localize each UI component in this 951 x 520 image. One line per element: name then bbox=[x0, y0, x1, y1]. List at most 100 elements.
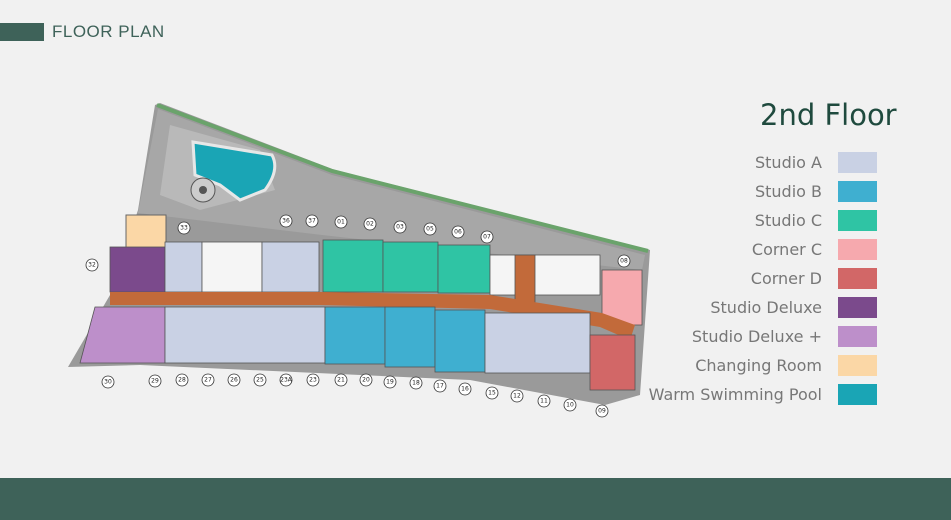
unit-marker: 07 bbox=[480, 230, 494, 244]
legend-swatch bbox=[838, 181, 877, 202]
page-title: FLOOR PLAN bbox=[52, 22, 165, 41]
legend-label: Corner C bbox=[751, 240, 822, 259]
unit-marker: 19 bbox=[383, 375, 397, 389]
legend-swatch bbox=[838, 384, 877, 405]
svg-text:19: 19 bbox=[386, 379, 394, 386]
svg-text:23: 23 bbox=[309, 377, 317, 384]
svg-text:29: 29 bbox=[151, 378, 159, 385]
legend-label: Studio C bbox=[754, 211, 822, 230]
legend-swatch bbox=[838, 152, 877, 173]
header-accent-bar bbox=[0, 23, 44, 41]
unit-marker: 18 bbox=[409, 376, 423, 390]
unit-b-bottom-3 bbox=[434, 309, 486, 373]
unit-a-top-1 bbox=[164, 241, 203, 293]
unit-marker: 17 bbox=[433, 379, 447, 393]
legend-swatch bbox=[838, 239, 877, 260]
svg-text:01: 01 bbox=[337, 219, 345, 226]
legend-swatch bbox=[838, 268, 877, 289]
legend-label: Studio Deluxe bbox=[710, 298, 822, 317]
service-core-1 bbox=[201, 241, 263, 293]
legend-item: Corner C bbox=[600, 238, 880, 267]
unit-a-bottom bbox=[164, 306, 326, 364]
unit-marker: 06 bbox=[451, 225, 465, 239]
unit-b-bottom-2 bbox=[384, 306, 436, 368]
legend-item: Studio Deluxe bbox=[600, 296, 880, 325]
unit-deluxe-top bbox=[109, 246, 166, 293]
unit-deluxe-plus bbox=[79, 306, 166, 364]
legend-label: Warm Swimming Pool bbox=[648, 385, 822, 404]
unit-marker: 23A bbox=[279, 373, 293, 387]
svg-text:33: 33 bbox=[180, 225, 188, 232]
unit-c-top-2 bbox=[382, 241, 439, 293]
legend-label: Studio Deluxe + bbox=[691, 327, 822, 346]
svg-text:02: 02 bbox=[366, 221, 374, 228]
svg-text:28: 28 bbox=[178, 377, 186, 384]
svg-text:26: 26 bbox=[230, 377, 238, 384]
unit-marker: 21 bbox=[334, 373, 348, 387]
svg-text:16: 16 bbox=[461, 386, 469, 393]
svg-text:03: 03 bbox=[396, 224, 404, 231]
svg-text:17: 17 bbox=[436, 383, 444, 390]
unit-marker: 27 bbox=[201, 373, 215, 387]
legend-swatch bbox=[838, 355, 877, 376]
svg-text:11: 11 bbox=[540, 398, 548, 405]
unit-marker: 28 bbox=[175, 373, 189, 387]
unit-marker: 15 bbox=[485, 386, 499, 400]
service-core-2 bbox=[489, 254, 601, 296]
legend: Studio A Studio B Studio C Corner C Corn… bbox=[600, 151, 880, 412]
unit-marker: 01 bbox=[334, 215, 348, 229]
svg-text:06: 06 bbox=[454, 229, 462, 236]
unit-marker: 12 bbox=[510, 389, 524, 403]
svg-text:21: 21 bbox=[337, 377, 345, 384]
unit-marker: 03 bbox=[393, 220, 407, 234]
footer-bar bbox=[0, 478, 951, 520]
legend-label: Studio A bbox=[755, 153, 822, 172]
unit-marker: 10 bbox=[563, 398, 577, 412]
legend-item: Studio A bbox=[600, 151, 880, 180]
unit-a-bottom-2 bbox=[484, 312, 591, 374]
legend-label: Changing Room bbox=[695, 356, 822, 375]
unit-marker: 37 bbox=[305, 214, 319, 228]
unit-marker: 36 bbox=[279, 214, 293, 228]
legend-label: Corner D bbox=[750, 269, 822, 288]
svg-text:23A: 23A bbox=[280, 377, 293, 384]
unit-a-top-2 bbox=[261, 241, 320, 293]
svg-text:36: 36 bbox=[282, 218, 290, 225]
floor-title: 2nd Floor bbox=[760, 98, 897, 132]
legend-item: Studio C bbox=[600, 209, 880, 238]
svg-text:30: 30 bbox=[104, 379, 112, 386]
unit-marker: 05 bbox=[423, 222, 437, 236]
legend-item: Warm Swimming Pool bbox=[600, 383, 880, 412]
floor-plan: 33 36 37 01 02 03 05 06 07 32 08 30 29 2… bbox=[68, 103, 650, 418]
unit-marker: 16 bbox=[458, 382, 472, 396]
svg-text:25: 25 bbox=[256, 377, 264, 384]
svg-text:12: 12 bbox=[513, 393, 521, 400]
unit-marker: 11 bbox=[537, 394, 551, 408]
unit-marker: 29 bbox=[148, 374, 162, 388]
svg-text:15: 15 bbox=[488, 390, 496, 397]
svg-text:18: 18 bbox=[412, 380, 420, 387]
unit-marker: 33 bbox=[177, 221, 191, 235]
svg-text:07: 07 bbox=[483, 234, 491, 241]
legend-item: Studio B bbox=[600, 180, 880, 209]
legend-item: Studio Deluxe + bbox=[600, 325, 880, 354]
svg-text:20: 20 bbox=[362, 377, 370, 384]
spiral-stair-icon bbox=[190, 177, 216, 203]
unit-c-top-1 bbox=[322, 239, 384, 293]
unit-marker: 30 bbox=[101, 375, 115, 389]
legend-item: Corner D bbox=[600, 267, 880, 296]
unit-marker: 20 bbox=[359, 373, 373, 387]
svg-text:27: 27 bbox=[204, 377, 212, 384]
unit-marker: 26 bbox=[227, 373, 241, 387]
unit-c-top-3 bbox=[437, 244, 491, 294]
unit-marker: 32 bbox=[85, 258, 99, 272]
legend-swatch bbox=[838, 326, 877, 347]
unit-b-bottom-1 bbox=[324, 306, 386, 365]
unit-marker: 23 bbox=[306, 373, 320, 387]
legend-swatch bbox=[838, 297, 877, 318]
legend-swatch bbox=[838, 210, 877, 231]
legend-item: Changing Room bbox=[600, 354, 880, 383]
legend-label: Studio B bbox=[754, 182, 822, 201]
svg-text:05: 05 bbox=[426, 226, 434, 233]
svg-text:32: 32 bbox=[88, 262, 96, 269]
